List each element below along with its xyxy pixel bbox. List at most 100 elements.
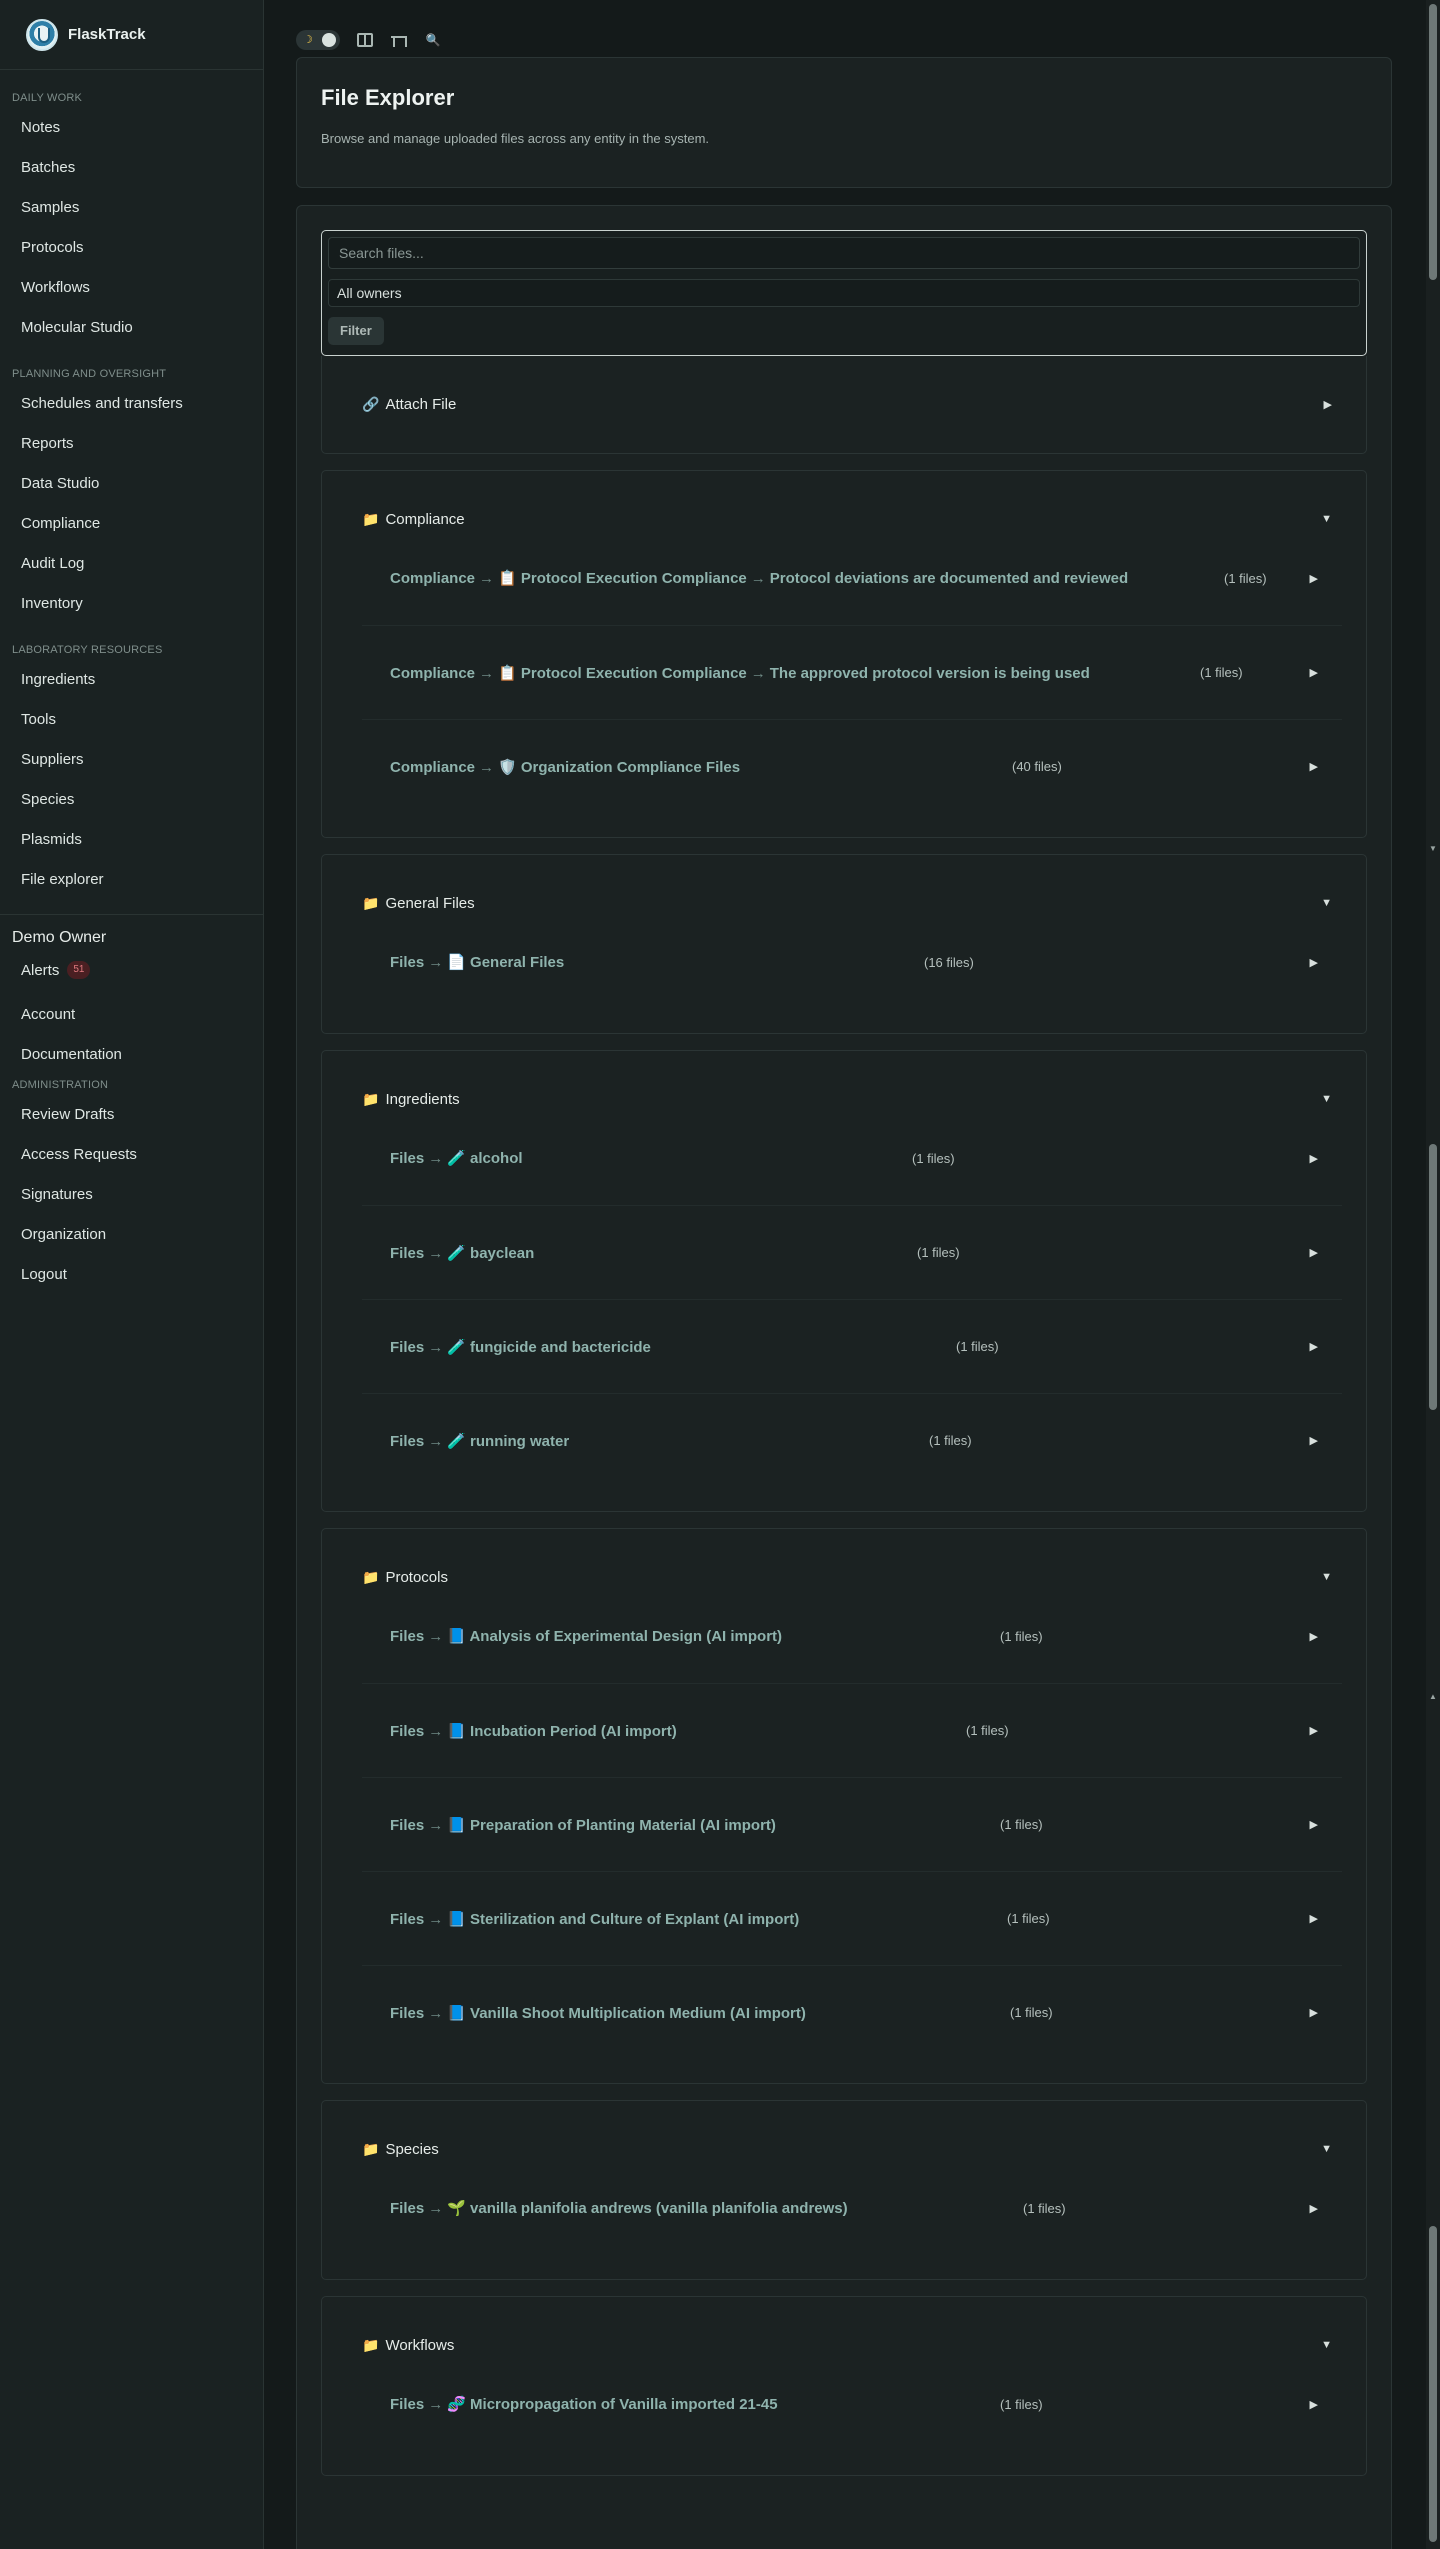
list-item[interactable]: Files → 🌱 vanilla planifolia andrews (vani… (362, 2161, 1342, 2255)
section-general-files: 📁 General Files ▼ Files → 📄 General Files (… (321, 854, 1367, 1034)
scrollbar-thumb-secondary[interactable] (1429, 1144, 1437, 1410)
chevron-right-icon[interactable]: ▶ (1310, 1818, 1318, 1831)
chevron-right-icon[interactable]: ▶ (1310, 956, 1318, 969)
sidebar-item-protocols[interactable]: Protocols (0, 238, 263, 278)
sidebar-item-suppliers[interactable]: Suppliers (0, 750, 263, 790)
chevron-right-icon[interactable]: ▶ (1310, 2202, 1318, 2215)
sidebar-item-species[interactable]: Species (0, 790, 263, 830)
sidebar-item-review-drafts[interactable]: Review Drafts (0, 1105, 263, 1145)
filter-button[interactable]: Filter (328, 317, 384, 345)
sidebar-item-tools[interactable]: Tools (0, 710, 263, 750)
sidebar-item-schedules[interactable]: Schedules and transfers (0, 394, 263, 434)
chevron-right-icon[interactable]: ▶ (1310, 760, 1318, 773)
sidebar-item-alerts[interactable]: Alerts 51 (0, 961, 263, 1005)
search-icon[interactable]: 🔍 (424, 31, 442, 49)
sidebar-item-logout[interactable]: Logout (0, 1265, 263, 1305)
list-item[interactable]: Files → 🧪 alcohol (1 files) ▶ (362, 1111, 1342, 1205)
sidebar-item-file-explorer[interactable]: File explorer (0, 870, 263, 910)
entry-path[interactable]: Files → 📘 Preparation of Planting Material… (390, 1816, 776, 1834)
sidebar-item-data-studio[interactable]: Data Studio (0, 474, 263, 514)
sidebar-item-molecular-studio[interactable]: Molecular Studio (0, 318, 263, 358)
file-count: (1 files) (1224, 570, 1267, 586)
list-item[interactable]: Files → 📘 Analysis of Experimental Design … (362, 1589, 1342, 1683)
sidebar-item-signatures[interactable]: Signatures (0, 1185, 263, 1225)
sidebar-item-account[interactable]: Account (0, 1005, 263, 1045)
sidebar-item-access-requests[interactable]: Access Requests (0, 1145, 263, 1185)
chevron-right-icon[interactable]: ▶ (1310, 1724, 1318, 1737)
alerts-count-badge: 51 (67, 961, 91, 979)
entry-path[interactable]: Files → 📘 Vanilla Shoot Multiplication Med… (390, 2004, 806, 2022)
list-item[interactable]: Files → 🧪 bayclean (1 files) ▶ (362, 1205, 1342, 1299)
owner-select[interactable]: All owners (328, 279, 1360, 307)
chevron-right-icon[interactable]: ▶ (1310, 1340, 1318, 1353)
entry-path[interactable]: Files → 🧪 fungicide and bactericide (390, 1338, 651, 1356)
sidebar-item-notes[interactable]: Notes (0, 118, 263, 158)
file-count: (1 files) (912, 1150, 955, 1166)
chevron-right-icon[interactable]: ▶ (1310, 1152, 1318, 1165)
attach-file-header[interactable]: 🔗 Attach File ▶ (362, 356, 1342, 452)
section-title: Species (385, 2140, 439, 2158)
search-input[interactable] (328, 237, 1360, 269)
sidebar: FlaskTrack DAILY WORK Notes Batches Samp… (0, 0, 264, 2549)
scroll-up-icon[interactable]: ▲ (1429, 1692, 1437, 1701)
list-item[interactable]: Files → 📘 Preparation of Planting Material… (362, 1777, 1342, 1871)
scrollbar-thumb-bottom[interactable] (1429, 2226, 1437, 2542)
list-item[interactable]: Files → 🧬 Micropropagation of Vanilla impo… (362, 2357, 1342, 2451)
sidebar-item-compliance[interactable]: Compliance (0, 514, 263, 554)
sidebar-item-organization[interactable]: Organization (0, 1225, 263, 1265)
chevron-right-icon[interactable]: ▶ (1310, 1630, 1318, 1643)
list-item[interactable]: Files → 📘 Incubation Period (AI import) (1… (362, 1683, 1342, 1777)
entry-path[interactable]: Compliance → 📋 Protocol Execution Complian… (390, 569, 1128, 587)
scrollbar-thumb[interactable] (1429, 4, 1437, 280)
brand[interactable]: FlaskTrack (0, 0, 263, 70)
list-item[interactable]: Files → 📄 General Files (16 files) ▶ (362, 915, 1342, 1009)
list-item[interactable]: Compliance → 📋 Protocol Execution Complian… (362, 531, 1342, 625)
sidebar-item-workflows[interactable]: Workflows (0, 278, 263, 318)
file-count: (1 files) (1000, 2396, 1043, 2412)
page-scrollbar[interactable]: ▼ ▲ (1426, 0, 1440, 2549)
entry-path[interactable]: Files → 📘 Sterilization and Culture of Exp… (390, 1910, 799, 1928)
entry-path[interactable]: Files → 🧪 bayclean (390, 1244, 534, 1262)
chevron-right-icon[interactable]: ▶ (1310, 1912, 1318, 1925)
chevron-right-icon[interactable]: ▶ (1310, 572, 1318, 585)
list-item[interactable]: Files → 🧪 fungicide and bactericide (1 fil… (362, 1299, 1342, 1393)
entry-path[interactable]: Files → 📄 General Files (390, 953, 564, 971)
sidebar-item-samples[interactable]: Samples (0, 198, 263, 238)
sidebar-item-audit-log[interactable]: Audit Log (0, 554, 263, 594)
chevron-down-icon: ▼ (1321, 2143, 1332, 2155)
list-item[interactable]: Files → 🧪 running water (1 files) ▶ (362, 1393, 1342, 1487)
theme-toggle[interactable]: ☽ (296, 30, 340, 50)
scroll-down-icon[interactable]: ▼ (1429, 844, 1437, 853)
book-icon[interactable] (356, 31, 374, 49)
entry-path[interactable]: Files → 🧪 alcohol (390, 1149, 523, 1167)
chevron-right-icon[interactable]: ▶ (1310, 1246, 1318, 1259)
chevron-down-icon: ▼ (1321, 1571, 1332, 1583)
sidebar-item-ingredients[interactable]: Ingredients (0, 670, 263, 710)
list-item[interactable]: Compliance → 🛡️ Organization Compliance Fi… (362, 719, 1342, 813)
chevron-right-icon[interactable]: ▶ (1310, 1434, 1318, 1447)
folder-icon: 📁 (362, 510, 380, 527)
sidebar-item-batches[interactable]: Batches (0, 158, 263, 198)
entry-path[interactable]: Compliance → 📋 Protocol Execution Complian… (390, 664, 1090, 682)
chevron-down-icon: ▼ (1321, 2339, 1332, 2351)
entry-path[interactable]: Files → 🧪 running water (390, 1432, 569, 1450)
list-item[interactable]: Compliance → 📋 Protocol Execution Complian… (362, 625, 1342, 719)
entry-path[interactable]: Files → 🌱 vanilla planifolia andrews (vani… (390, 2199, 848, 2217)
entry-path[interactable]: Compliance → 🛡️ Organization Compliance Fi… (390, 758, 740, 776)
entry-path[interactable]: Files → 🧬 Micropropagation of Vanilla impo… (390, 2395, 778, 2413)
list-item[interactable]: Files → 📘 Sterilization and Culture of Exp… (362, 1871, 1342, 1965)
desk-icon[interactable] (390, 31, 408, 49)
attach-file-section[interactable]: 🔗 Attach File ▶ (321, 356, 1367, 454)
entry-path[interactable]: Files → 📘 Analysis of Experimental Design … (390, 1627, 782, 1645)
list-item[interactable]: Files → 📘 Vanilla Shoot Multiplication Med… (362, 1965, 1342, 2059)
flask-logo-icon (26, 18, 58, 51)
sidebar-item-plasmids[interactable]: Plasmids (0, 830, 263, 870)
chevron-right-icon[interactable]: ▶ (1310, 666, 1318, 679)
chevron-right-icon[interactable]: ▶ (1310, 2006, 1318, 2019)
sidebar-item-documentation[interactable]: Documentation (0, 1045, 263, 1079)
sidebar-item-reports[interactable]: Reports (0, 434, 263, 474)
section-title: Workflows (385, 2336, 455, 2354)
chevron-right-icon[interactable]: ▶ (1310, 2398, 1318, 2411)
entry-path[interactable]: Files → 📘 Incubation Period (AI import) (390, 1722, 677, 1740)
sidebar-item-inventory[interactable]: Inventory (0, 594, 263, 634)
